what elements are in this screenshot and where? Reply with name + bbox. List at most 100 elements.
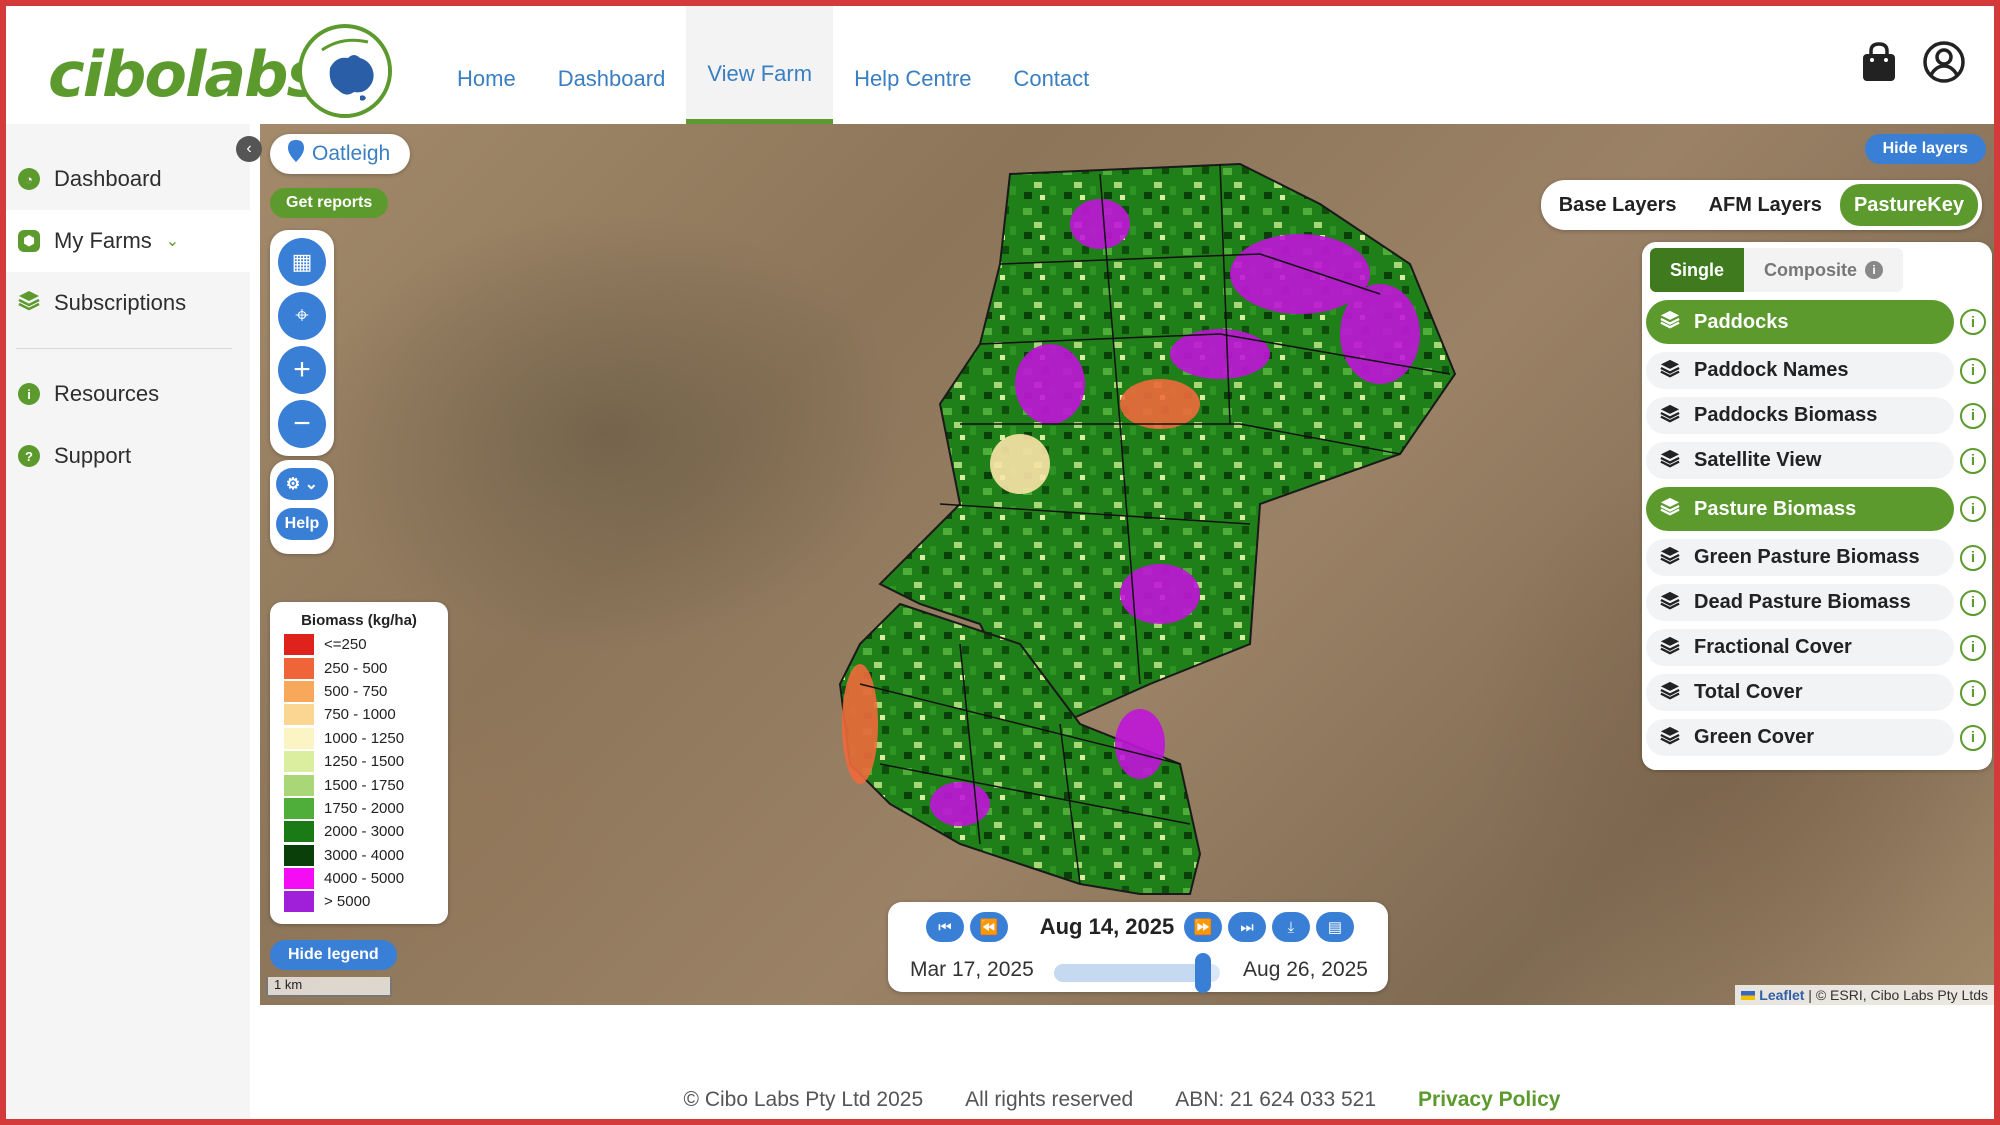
- layer-toggle-total-cover[interactable]: Total Cover: [1646, 674, 1954, 711]
- minus-icon: −: [293, 407, 311, 440]
- legend-row: 500 - 750: [284, 680, 434, 703]
- layer-toggle-dead-pasture-biomass[interactable]: Dead Pasture Biomass: [1646, 584, 1954, 621]
- settings-dropdown[interactable]: ⚙ ⌄: [276, 468, 328, 500]
- next-date-button[interactable]: ⏩: [1184, 912, 1222, 942]
- mode-single[interactable]: Single: [1650, 248, 1745, 292]
- privacy-policy-link[interactable]: Privacy Policy: [1418, 1088, 1560, 1112]
- layer-toggle-paddock-names[interactable]: Paddock Names: [1646, 352, 1954, 389]
- info-icon[interactable]: i: [1960, 634, 1986, 661]
- legend-row: 1000 - 1250: [284, 727, 434, 750]
- mode-composite[interactable]: Composite i: [1744, 248, 1904, 292]
- map-tools: ▦ ⌖ + −: [270, 230, 334, 456]
- get-reports-button[interactable]: Get reports: [270, 188, 389, 218]
- nav-contact[interactable]: Contact: [992, 6, 1110, 124]
- info-icon[interactable]: i: [1960, 544, 1986, 571]
- zoom-out-button[interactable]: −: [278, 400, 326, 448]
- main-nav: Home Dashboard View Farm Help Centre Con…: [436, 6, 1110, 124]
- previous-date-button[interactable]: ⏪: [970, 912, 1008, 942]
- leaflet-link[interactable]: Leaflet: [1759, 987, 1804, 1003]
- hide-legend-button[interactable]: Hide legend: [270, 940, 397, 970]
- legend-swatch: [284, 657, 314, 679]
- info-icon[interactable]: i: [1960, 309, 1986, 335]
- info-icon[interactable]: i: [1960, 679, 1986, 706]
- sidebar-item-subscriptions[interactable]: Subscriptions: [6, 272, 250, 334]
- layer-row: Pasture Biomass i: [1646, 487, 1988, 531]
- layer-toggle-paddocks[interactable]: Paddocks: [1646, 300, 1954, 344]
- leaflet-flag-icon: [1741, 991, 1756, 1000]
- timeline-slider-thumb[interactable]: [1195, 953, 1212, 993]
- tab-base-layers[interactable]: Base Layers: [1545, 184, 1691, 226]
- map-view-button[interactable]: ▦: [278, 238, 326, 286]
- layer-toggle-paddocks-biomass[interactable]: Paddocks Biomass: [1646, 397, 1954, 434]
- nav-view-farm[interactable]: View Farm: [686, 6, 834, 124]
- layers-icon: [1660, 496, 1680, 522]
- top-icons: [1860, 40, 1966, 89]
- skip-back-icon: ⏮: [938, 918, 952, 936]
- legend-title: Biomass (kg/ha): [301, 612, 417, 629]
- layer-label: Green Pasture Biomass: [1694, 546, 1920, 568]
- legend-label: 250 - 500: [324, 659, 388, 677]
- hide-layers-button[interactable]: Hide layers: [1864, 134, 1986, 164]
- layer-toggle-fractional-cover[interactable]: Fractional Cover: [1646, 629, 1954, 666]
- info-icon[interactable]: i: [1960, 402, 1986, 429]
- legend-swatch: [284, 868, 314, 890]
- info-icon[interactable]: i: [1960, 447, 1986, 474]
- nav-help-centre[interactable]: Help Centre: [833, 6, 992, 124]
- nav-home[interactable]: Home: [436, 6, 537, 124]
- sidebar-item-dashboard[interactable]: ◔ Dashboard: [6, 148, 250, 210]
- locate-button[interactable]: ⌖: [278, 292, 326, 340]
- layer-toggle-pasture-biomass[interactable]: Pasture Biomass: [1646, 487, 1954, 531]
- info-icon[interactable]: i: [1960, 724, 1986, 751]
- legend-row: 4000 - 5000: [284, 867, 434, 890]
- footer-rights: All rights reserved: [965, 1088, 1134, 1111]
- map-pin-icon: [288, 140, 304, 168]
- tab-pasturekey[interactable]: PastureKey: [1839, 184, 1978, 226]
- layer-label: Green Cover: [1694, 726, 1815, 748]
- download-button[interactable]: ⤓: [1272, 912, 1310, 942]
- cibolabs-logo[interactable]: cibolabs: [42, 20, 392, 120]
- tab-afm-layers[interactable]: AFM Layers: [1695, 184, 1836, 226]
- timeline-end-date: Aug 26, 2025: [1243, 958, 1368, 981]
- shopping-bag-icon[interactable]: [1860, 41, 1898, 88]
- zoom-in-button[interactable]: +: [278, 346, 326, 394]
- first-date-button[interactable]: ⏮: [926, 912, 964, 942]
- layer-label: Pasture Biomass: [1694, 497, 1857, 520]
- layer-toggle-green-pasture-biomass[interactable]: Green Pasture Biomass: [1646, 539, 1954, 576]
- map-view[interactable]: Oatleigh Get reports ▦ ⌖ + − ⚙ ⌄ Help Bi…: [260, 124, 1994, 1005]
- sidebar-item-support[interactable]: ? Support: [6, 425, 250, 487]
- sidebar-item-resources[interactable]: i Resources: [6, 363, 250, 425]
- info-icon[interactable]: i: [1960, 589, 1986, 616]
- farm-name: Oatleigh: [312, 142, 391, 165]
- legend-swatch: [284, 774, 314, 796]
- info-icon[interactable]: i: [1960, 496, 1986, 522]
- layer-toggle-satellite-view[interactable]: Satellite View: [1646, 442, 1954, 479]
- layer-label: Paddocks Biomass: [1694, 404, 1878, 426]
- legend-row: 1750 - 2000: [284, 797, 434, 820]
- legend-label: > 5000: [324, 893, 371, 911]
- layer-row: Dead Pasture Biomass i: [1646, 584, 1988, 621]
- legend-swatch: [284, 844, 314, 866]
- logo-text: cibolabs: [48, 38, 323, 111]
- sidebar-collapse-button[interactable]: ‹: [236, 136, 262, 162]
- sidebar-item-label: Resources: [54, 381, 160, 406]
- layer-row: Green Cover i: [1646, 719, 1988, 756]
- timeline-slider-fill: [1054, 964, 1204, 982]
- user-account-icon[interactable]: [1922, 40, 1966, 89]
- legend-swatch: [284, 891, 314, 913]
- layer-toggle-green-cover[interactable]: Green Cover: [1646, 719, 1954, 756]
- help-button[interactable]: Help: [276, 508, 328, 540]
- last-date-button[interactable]: ⏭: [1228, 912, 1266, 942]
- info-icon[interactable]: i: [1865, 261, 1884, 279]
- sidebar-item-label: Subscriptions: [54, 290, 187, 315]
- layer-row: Total Cover i: [1646, 674, 1988, 711]
- calendar-button[interactable]: ▤: [1316, 912, 1354, 942]
- layer-row: Paddocks i: [1646, 300, 1988, 344]
- sidebar-item-my-farms[interactable]: ⬢ My Farms ⌄: [6, 210, 250, 272]
- farm-selector[interactable]: Oatleigh: [270, 134, 411, 174]
- layers-icon: [1660, 635, 1680, 661]
- nav-dashboard[interactable]: Dashboard: [537, 6, 687, 124]
- timeline-slider[interactable]: [1054, 953, 1220, 993]
- legend-row: <=250: [284, 633, 434, 656]
- info-icon[interactable]: i: [1960, 357, 1986, 384]
- map-tools-secondary: ⚙ ⌄ Help: [270, 460, 334, 554]
